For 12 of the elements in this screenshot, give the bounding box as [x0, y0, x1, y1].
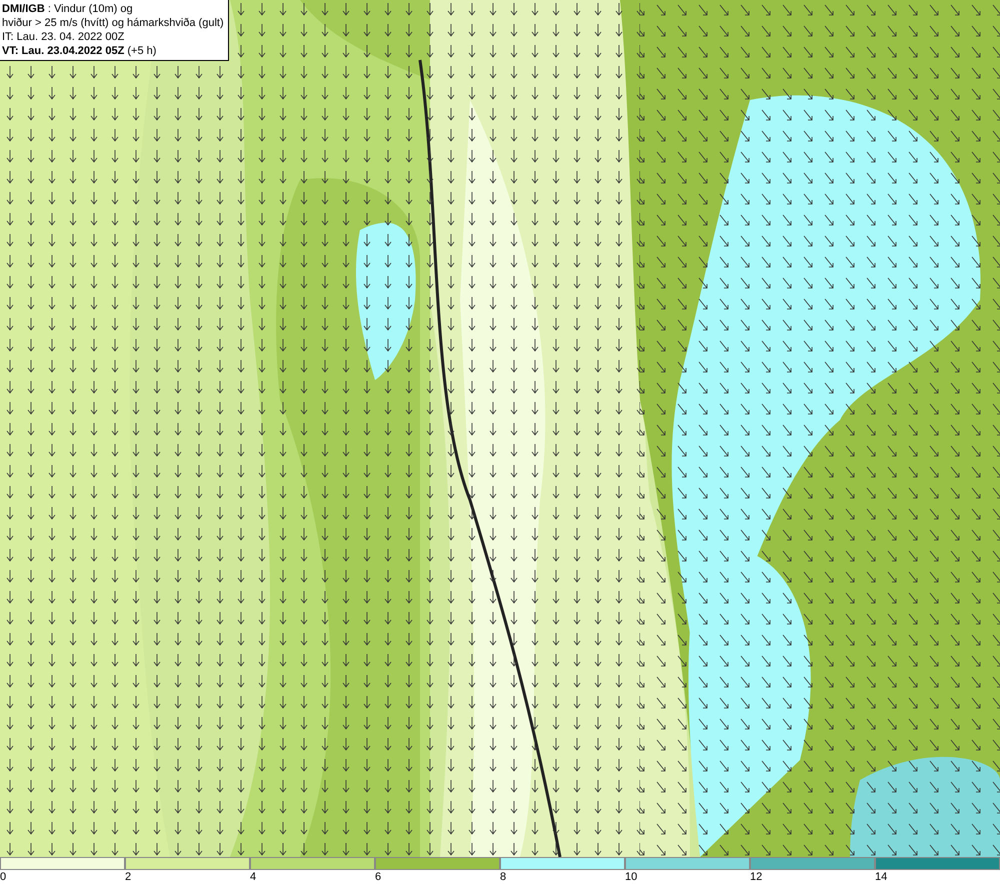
info-text: VT: Lau. 23.04.2022 05Z (+5 h): [2, 44, 158, 58]
legend-label: 8: [500, 870, 506, 884]
info-text: DMI/IGB : Vindur (10m) og: [2, 2, 134, 16]
legend-label: 4: [250, 870, 256, 884]
legend-label: 0: [0, 870, 6, 884]
legend-label: 12: [750, 870, 762, 884]
info-text: IT: Lau. 23. 04. 2022 00Z: [2, 30, 126, 44]
legend-label: 2: [125, 870, 132, 884]
legend-label: 10: [625, 870, 638, 884]
info-text: hviður > 25 m/s (hvítt) og hámarkshviða (gult): [2, 16, 224, 30]
legend-label: 14: [875, 870, 888, 884]
legend-label: 6: [375, 870, 382, 884]
